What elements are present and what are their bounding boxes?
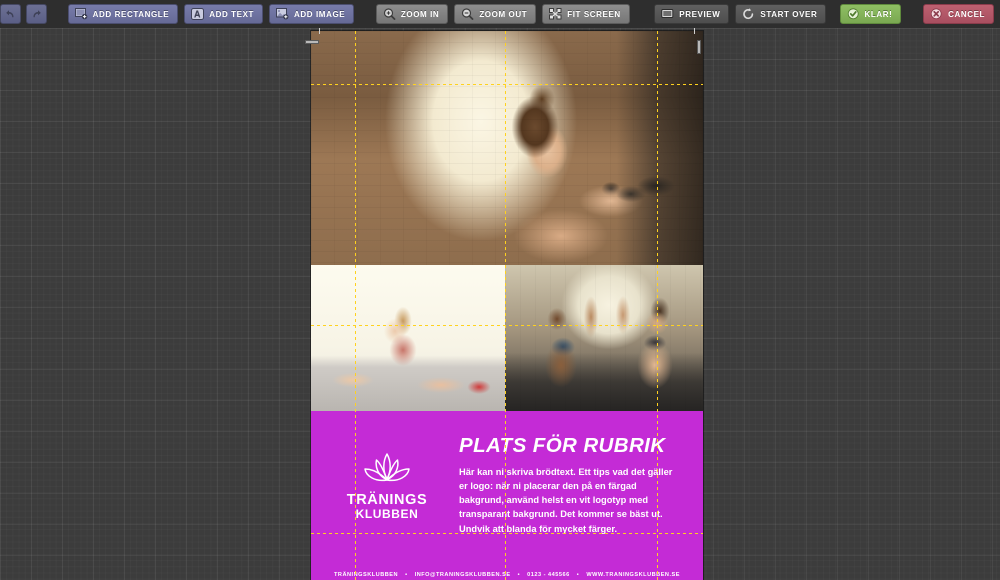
preview-button[interactable]: PREVIEW xyxy=(654,4,730,24)
text-aa-icon: A xyxy=(191,8,205,21)
undo-button[interactable] xyxy=(0,4,21,24)
toolbar: ADD RECTANGLE A ADD TEXT ADD IMAGE ZOOM … xyxy=(0,0,1000,28)
cancel-button[interactable]: CANCEL xyxy=(923,4,994,24)
redo-button[interactable] xyxy=(26,4,47,24)
fit-screen-label: FIT SCREEN xyxy=(567,9,621,19)
lotus-flower-icon xyxy=(339,451,435,491)
cancel-label: CANCEL xyxy=(948,9,985,19)
fit-screen-icon xyxy=(549,8,562,21)
zoom-out-button[interactable]: ZOOM OUT xyxy=(454,4,537,24)
poster-image-middle-right[interactable] xyxy=(505,265,703,411)
undo-arrow-icon xyxy=(5,9,16,20)
klar-done-button[interactable]: KLAR! xyxy=(839,4,902,24)
preview-label: PREVIEW xyxy=(679,9,721,19)
poster-logo-line2: KLUBBEN xyxy=(355,507,419,522)
poster-image-middle-left[interactable] xyxy=(311,265,505,411)
poster-logo[interactable]: TRÄNINGS KLUBBEN xyxy=(339,451,435,521)
add-image-label: ADD IMAGE xyxy=(294,9,346,19)
image-plus-icon xyxy=(276,8,289,21)
svg-text:A: A xyxy=(194,9,201,19)
poster-body-text[interactable]: Här kan ni skriva brödtext. Ett tips vad… xyxy=(459,465,681,536)
add-rectangle-label: ADD RECTANGLE xyxy=(92,9,170,19)
klar-done-label: KLAR! xyxy=(864,9,893,19)
add-image-button[interactable]: ADD IMAGE xyxy=(269,4,355,24)
poster-purple-band[interactable]: TRÄNINGS KLUBBEN PLATS FÖR RUBRIK Här ka… xyxy=(311,411,703,580)
redo-arrow-icon xyxy=(31,9,42,20)
zoom-in-label: ZOOM IN xyxy=(400,9,440,19)
monitor-icon xyxy=(661,8,674,21)
rectangle-plus-icon xyxy=(74,8,88,21)
x-circle-icon xyxy=(930,8,943,21)
poster-logo-line1: TRÄNINGS xyxy=(346,492,428,508)
footer-email: INFO@TRANINGSKLUBBEN.SE xyxy=(414,572,511,578)
history-button-group xyxy=(0,4,52,24)
add-text-label: ADD TEXT xyxy=(209,9,255,19)
poster-document[interactable]: TRÄNINGS KLUBBEN PLATS FÖR RUBRIK Här ka… xyxy=(311,31,703,580)
resize-handle-left[interactable] xyxy=(305,40,319,44)
magnifier-minus-icon xyxy=(461,8,474,21)
resize-handle-top-left[interactable] xyxy=(319,28,320,34)
footer-separator-1: • xyxy=(405,572,408,578)
start-over-label: START OVER xyxy=(760,9,818,19)
footer-phone: 0123 - 445566 xyxy=(527,572,570,578)
magnifier-plus-icon xyxy=(383,8,396,21)
resize-handle-top-right[interactable] xyxy=(694,28,695,34)
start-over-button[interactable]: START OVER xyxy=(735,4,827,24)
add-rectangle-button[interactable]: ADD RECTANGLE xyxy=(67,4,179,24)
refresh-circle-icon xyxy=(742,8,755,21)
zoom-in-button[interactable]: ZOOM IN xyxy=(375,4,449,24)
footer-separator-3: • xyxy=(576,572,580,578)
zoom-out-label: ZOOM OUT xyxy=(479,9,528,19)
poster-footer-contact[interactable]: TRÄNINGSKLUBBEN • INFO@TRANINGSKLUBBEN.S… xyxy=(311,572,703,578)
resize-handle-right[interactable] xyxy=(697,40,701,54)
poster-image-top[interactable] xyxy=(311,31,703,265)
footer-company: TRÄNINGSKLUBBEN xyxy=(334,572,399,578)
footer-website: WWW.TRANINGSKLUBBEN.SE xyxy=(586,572,680,578)
fit-screen-button[interactable]: FIT SCREEN xyxy=(542,4,630,24)
poster-headline[interactable]: PLATS FÖR RUBRIK xyxy=(459,434,665,458)
footer-separator-2: • xyxy=(517,572,521,578)
add-text-button[interactable]: A ADD TEXT xyxy=(184,4,264,24)
check-circle-icon xyxy=(847,8,860,21)
